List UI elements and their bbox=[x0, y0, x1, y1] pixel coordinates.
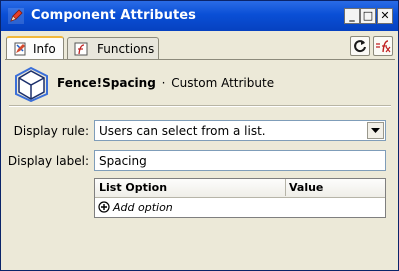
info-tab-icon bbox=[14, 42, 26, 56]
display-label-input[interactable] bbox=[94, 150, 386, 171]
table-header: List Option Value bbox=[95, 179, 385, 198]
tab-functions[interactable]: Functions bbox=[67, 37, 159, 60]
tab-strip: Info Functions bbox=[1, 31, 398, 61]
plus-circle-icon bbox=[98, 201, 110, 213]
chevron-down-icon bbox=[371, 128, 380, 133]
component-cube-icon bbox=[15, 66, 48, 102]
window-title: Component Attributes bbox=[31, 8, 197, 23]
formula-icon bbox=[376, 40, 391, 53]
display-rule-label: Display rule: bbox=[13, 124, 89, 138]
column-header-list-option[interactable]: List Option bbox=[99, 181, 167, 194]
column-header-value[interactable]: Value bbox=[285, 179, 323, 196]
list-options-table: List Option Value Add option bbox=[94, 178, 386, 218]
formula-button[interactable] bbox=[373, 36, 393, 56]
display-rule-value: Users can select from a list. bbox=[99, 124, 266, 138]
display-rule-select[interactable]: Users can select from a list. bbox=[94, 120, 386, 141]
display-label-label: Display label: bbox=[7, 154, 89, 168]
dropdown-arrow-button[interactable] bbox=[367, 122, 384, 139]
tab-info[interactable]: Info bbox=[6, 36, 64, 61]
title-bar[interactable]: Component Attributes _ □ ✕ bbox=[1, 1, 398, 31]
header-separator: · bbox=[161, 76, 166, 90]
maximize-button[interactable]: □ bbox=[360, 8, 376, 24]
header-divider bbox=[9, 105, 391, 107]
function-tab-icon bbox=[74, 42, 88, 56]
tab-functions-label: Functions bbox=[97, 42, 155, 56]
close-button[interactable]: ✕ bbox=[377, 8, 393, 24]
info-panel: Fence!Spacing · Custom Attribute Display… bbox=[5, 59, 395, 266]
component-type: Custom Attribute bbox=[171, 76, 275, 90]
tab-info-label: Info bbox=[33, 42, 56, 56]
component-name: Fence!Spacing bbox=[57, 76, 156, 90]
component-header: Fence!Spacing · Custom Attribute bbox=[57, 76, 274, 90]
refresh-button[interactable] bbox=[350, 36, 370, 56]
pencil-icon bbox=[8, 8, 24, 24]
add-option-label[interactable]: Add option bbox=[113, 201, 173, 214]
refresh-icon bbox=[354, 40, 366, 53]
add-option-row[interactable]: Add option bbox=[95, 198, 385, 217]
minimize-button[interactable]: _ bbox=[344, 8, 360, 24]
component-attributes-window: Component Attributes _ □ ✕ Info Function… bbox=[0, 0, 399, 271]
